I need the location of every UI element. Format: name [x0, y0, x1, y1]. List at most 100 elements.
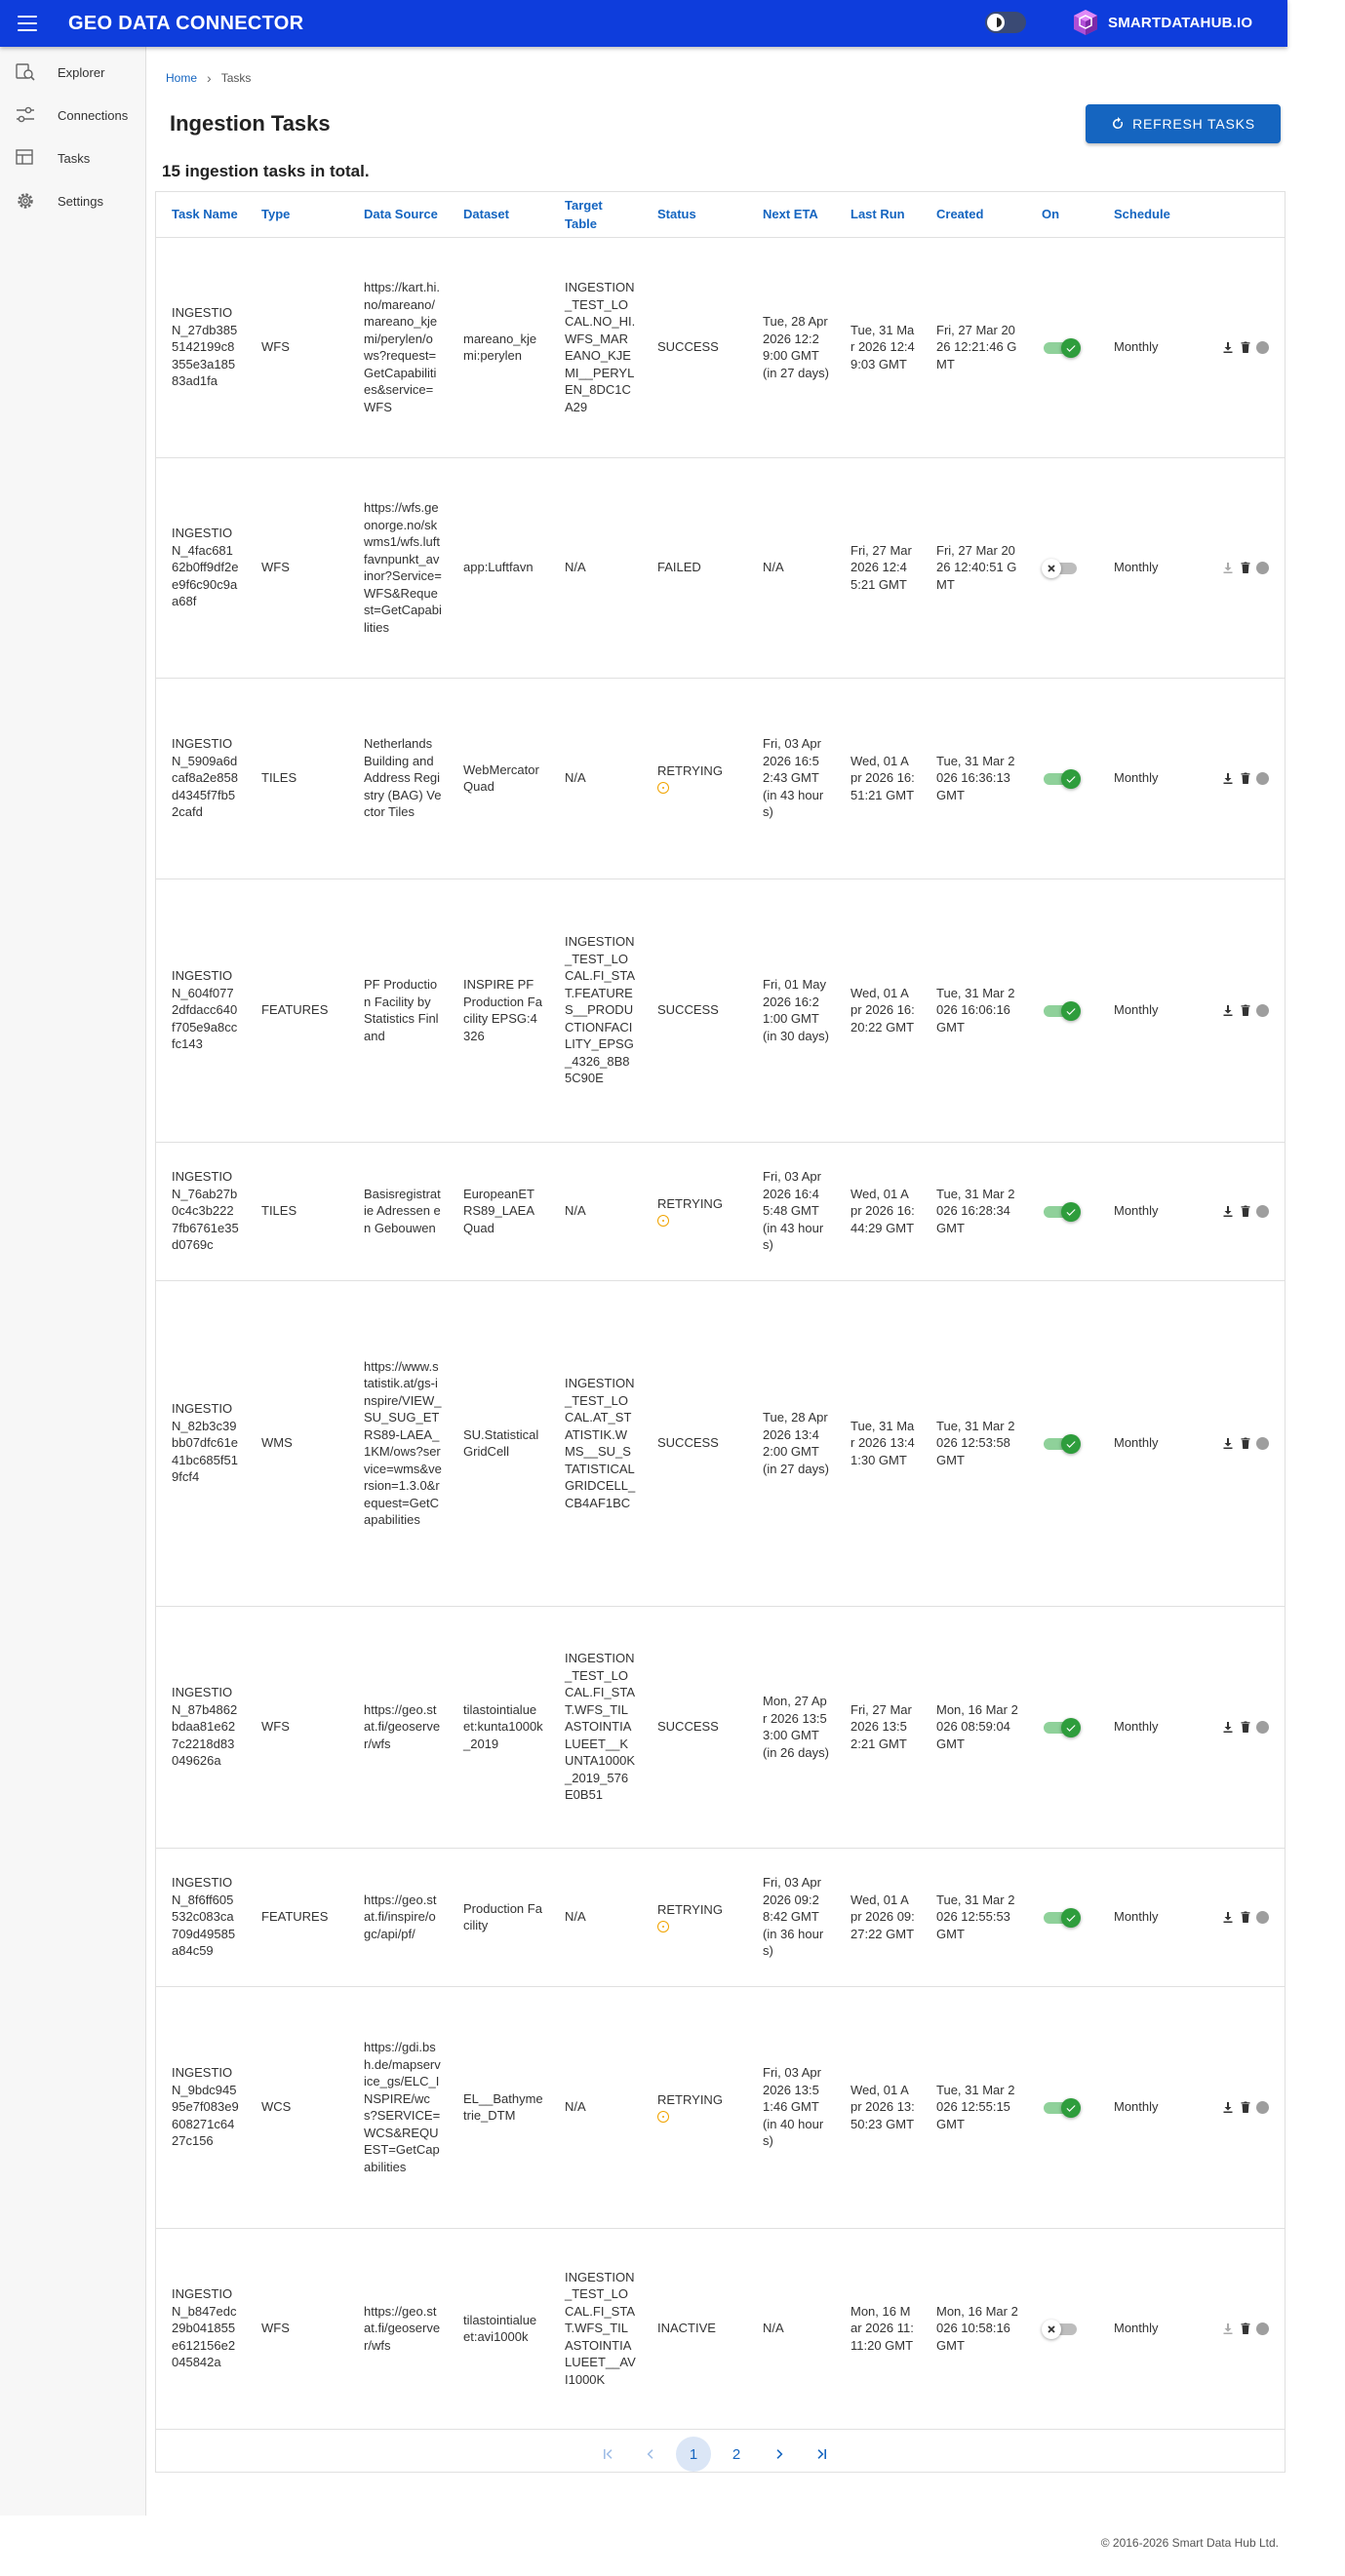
- status-badge: RETRYING: [657, 2091, 723, 2107]
- download-button[interactable]: [1221, 1003, 1235, 1017]
- download-icon: [1223, 563, 1233, 573]
- sidebar-item-tasks[interactable]: Tasks: [0, 138, 146, 177]
- next-eta-cell: Fri, 01 May 2026 16:21:00 GMT (in 30 day…: [747, 878, 835, 1143]
- table-row[interactable]: INGESTION_82b3c39bb07dfc61e41bc685f519fc…: [156, 1280, 1285, 1607]
- download-button[interactable]: [1221, 1204, 1235, 1218]
- delete-button[interactable]: [1239, 1436, 1252, 1450]
- delete-icon: [1241, 1205, 1250, 1217]
- table-row[interactable]: INGESTION_9bdc94595e7f083e9608271c6427c1…: [156, 1986, 1285, 2229]
- row-actions: [1221, 2100, 1279, 2114]
- delete-button[interactable]: [1239, 1910, 1252, 1924]
- page-1-button[interactable]: 1: [676, 2437, 711, 2472]
- download-button[interactable]: [1221, 1720, 1235, 1734]
- dataset-cell: INSPIRE PF Production Facility EPSG:4326: [448, 878, 549, 1143]
- download-button[interactable]: [1221, 1910, 1235, 1924]
- column-header-status[interactable]: Status: [642, 192, 747, 238]
- task-enabled-toggle[interactable]: [1042, 1717, 1081, 1737]
- last-page-button[interactable]: [805, 2437, 840, 2472]
- warning-icon[interactable]: [657, 1215, 669, 1228]
- column-header-target-table[interactable]: Target Table: [549, 192, 642, 238]
- download-button[interactable]: [1221, 1436, 1235, 1450]
- brand-logo[interactable]: SMARTDATAHUB.IO: [1071, 8, 1252, 37]
- last-run-cell: Tue, 31 Mar 2026 12:49:03 GMT: [835, 237, 921, 458]
- delete-button[interactable]: [1239, 1720, 1252, 1734]
- sidebar-item-connections[interactable]: Connections: [0, 96, 146, 135]
- dataset-cell: app:Luftfavn: [448, 457, 549, 679]
- next-page-button[interactable]: [762, 2437, 797, 2472]
- menu-icon[interactable]: [18, 16, 37, 31]
- column-header-created[interactable]: Created: [921, 192, 1026, 238]
- table-row[interactable]: INGESTION_b847edc29b041855e612156e204584…: [156, 2228, 1285, 2430]
- task-enabled-toggle[interactable]: [1042, 2319, 1081, 2339]
- task-enabled-toggle[interactable]: [1042, 1201, 1081, 1222]
- first-page-button[interactable]: [590, 2437, 625, 2472]
- column-header-task-name[interactable]: Task Name: [156, 192, 246, 238]
- column-header-type[interactable]: Type: [246, 192, 348, 238]
- toggle-thumb: [1061, 2098, 1081, 2118]
- download-button[interactable]: [1221, 340, 1235, 354]
- delete-button[interactable]: [1239, 1003, 1252, 1017]
- delete-button[interactable]: [1239, 1204, 1252, 1218]
- column-header-dataset[interactable]: Dataset: [448, 192, 549, 238]
- created-cell: Tue, 31 Mar 2026 12:55:15 GMT: [921, 1986, 1026, 2229]
- table-row[interactable]: INGESTION_87b4862bdaa81e627c2218d8304962…: [156, 1606, 1285, 1849]
- last-page-icon: [817, 2449, 826, 2459]
- delete-button[interactable]: [1239, 2100, 1252, 2114]
- column-header-next-eta[interactable]: Next ETA: [747, 192, 835, 238]
- table-row[interactable]: INGESTION_4fac68162b0ff9df2ee9f6c90c9aa6…: [156, 457, 1285, 679]
- column-header-schedule[interactable]: Schedule: [1098, 192, 1206, 238]
- target-table-cell: N/A: [549, 1848, 642, 1987]
- target-table-cell: N/A: [549, 457, 642, 679]
- created-cell: Fri, 27 Mar 2026 12:21:46 GMT: [921, 237, 1026, 458]
- actions-cell: [1206, 1606, 1285, 1849]
- column-header-on[interactable]: On: [1026, 192, 1098, 238]
- column-header-data-source[interactable]: Data Source: [348, 192, 448, 238]
- download-button[interactable]: [1221, 561, 1235, 574]
- task-enabled-toggle[interactable]: [1042, 1433, 1081, 1454]
- download-button[interactable]: [1221, 2322, 1235, 2335]
- data-source-cell: https://geo.stat.fi/geoserver/wfs: [348, 1606, 448, 1849]
- task-enabled-toggle[interactable]: [1042, 1907, 1081, 1928]
- delete-button[interactable]: [1239, 2322, 1252, 2335]
- delete-button[interactable]: [1239, 340, 1252, 354]
- download-icon: [1223, 1206, 1233, 1217]
- table-row[interactable]: INGESTION_5909a6dcaf8a2e858d4345f7fb52ca…: [156, 678, 1285, 879]
- status-dot-icon: [1256, 340, 1269, 354]
- previous-page-button[interactable]: [633, 2437, 668, 2472]
- download-button[interactable]: [1221, 771, 1235, 785]
- status-dot-icon: [1256, 1003, 1269, 1017]
- table-row[interactable]: INGESTION_8f6ff605532c083ca709d49585a84c…: [156, 1848, 1285, 1987]
- refresh-tasks-button[interactable]: REFRESH TASKS: [1086, 104, 1281, 143]
- page-2-button[interactable]: 2: [719, 2437, 754, 2472]
- status-dot-icon: [1256, 1204, 1269, 1218]
- target-table-cell: N/A: [549, 1142, 642, 1281]
- warning-icon[interactable]: [657, 2111, 669, 2124]
- warning-icon[interactable]: [657, 782, 669, 795]
- task-enabled-toggle[interactable]: [1042, 1000, 1081, 1021]
- actions-cell: [1206, 1848, 1285, 1987]
- table-row[interactable]: INGESTION_604f0772dfdacc640f705e9a8ccfc1…: [156, 878, 1285, 1143]
- table-row[interactable]: INGESTION_27db3855142199c8355e3a18583ad1…: [156, 237, 1285, 458]
- delete-icon: [1241, 2322, 1250, 2334]
- type-cell: TILES: [246, 1142, 348, 1281]
- warning-icon[interactable]: [657, 1921, 669, 1933]
- table-row[interactable]: INGESTION_76ab27b0c4c3b2227fb6761e35d076…: [156, 1142, 1285, 1281]
- task-enabled-toggle[interactable]: [1042, 768, 1081, 789]
- on-cell: [1026, 1606, 1098, 1849]
- task-name-cell: INGESTION_b847edc29b041855e612156e204584…: [156, 2228, 246, 2430]
- sidebar-item-explorer[interactable]: Explorer: [0, 53, 146, 92]
- breadcrumb-home-link[interactable]: Home: [166, 71, 197, 85]
- column-header-last-run[interactable]: Last Run: [835, 192, 921, 238]
- delete-button[interactable]: [1239, 561, 1252, 574]
- download-button[interactable]: [1221, 2100, 1235, 2114]
- dark-mode-toggle[interactable]: [985, 12, 1026, 33]
- task-enabled-toggle[interactable]: [1042, 2097, 1081, 2118]
- brand-name: SMARTDATAHUB.IO: [1108, 14, 1253, 31]
- cube-logo-icon: [1074, 10, 1097, 35]
- task-enabled-toggle[interactable]: [1042, 558, 1081, 578]
- row-actions: [1221, 2322, 1279, 2335]
- sidebar-item-settings[interactable]: Settings: [0, 181, 146, 220]
- target-table-cell: INGESTION_TEST_LOCAL.FI_STAT.FEATURES__P…: [549, 878, 642, 1143]
- task-enabled-toggle[interactable]: [1042, 337, 1081, 358]
- delete-button[interactable]: [1239, 771, 1252, 785]
